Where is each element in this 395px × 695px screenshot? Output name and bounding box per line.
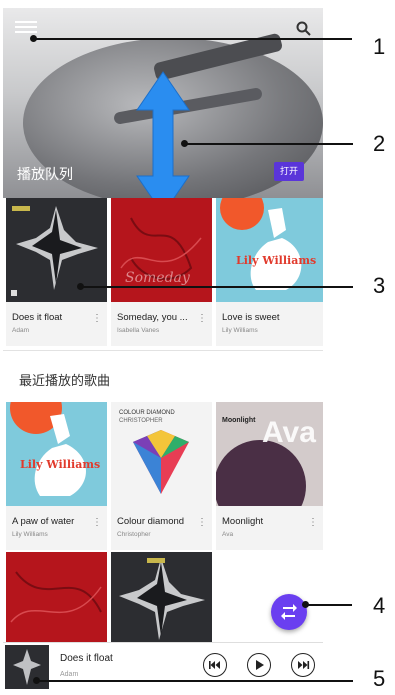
callout-line	[306, 604, 352, 606]
callout-line	[185, 143, 353, 145]
callout-line	[81, 286, 353, 288]
callout-line	[34, 38, 352, 40]
song-title: Moonlight	[222, 516, 264, 527]
recent-item[interactable]: Ava Moonlight Moonlight Ava ⋮	[216, 402, 323, 550]
callout-number-1: 1	[373, 34, 386, 59]
shuffle-icon	[281, 604, 297, 620]
more-icon[interactable]: ⋮	[197, 314, 207, 324]
callout-line	[37, 680, 353, 682]
song-title: Someday, you ...	[117, 312, 188, 323]
album-art: COLOUR DIAMOND CHRISTOPHER	[111, 402, 212, 506]
album-art	[6, 552, 107, 642]
song-title: Love is sweet	[222, 312, 280, 323]
recent-item[interactable]	[111, 552, 212, 642]
now-playing-art[interactable]	[5, 645, 49, 689]
more-icon[interactable]: ⋮	[92, 518, 102, 528]
previous-button[interactable]	[203, 653, 227, 677]
album-text: COLOUR DIAMOND	[119, 410, 175, 416]
play-button[interactable]	[247, 653, 271, 677]
artist-name: Lily Williams	[222, 327, 258, 334]
recent-item[interactable]: Lily Williams A paw of water Lily Willia…	[6, 402, 107, 550]
song-title: A paw of water	[12, 516, 75, 527]
item-meta: Does it float Adam ⋮	[6, 302, 107, 346]
more-icon[interactable]: ⋮	[92, 314, 102, 324]
music-app-screen: 播放队列 打开 Does it float Adam ⋮ Someday Som…	[3, 8, 323, 690]
artist-name: Ava	[222, 531, 234, 538]
album-art: Lily Williams	[6, 402, 107, 506]
queue-item[interactable]: Does it float Adam ⋮	[6, 198, 107, 346]
section-divider	[3, 350, 323, 351]
artist-name: Lily Williams	[12, 531, 48, 538]
album-text: Ava	[262, 416, 316, 449]
album-text: Lily Williams	[20, 458, 100, 471]
item-meta: Moonlight Ava ⋮	[216, 506, 323, 550]
open-queue-button[interactable]: 打开	[274, 162, 304, 181]
recent-item[interactable]	[6, 552, 107, 642]
play-icon	[256, 660, 264, 670]
item-meta: Someday, you ... Isabella Vanes ⋮	[111, 302, 212, 346]
album-text: Moonlight	[222, 417, 256, 424]
artist-name: Christopher	[117, 531, 151, 538]
mini-player[interactable]: Does it float Adam	[3, 642, 323, 690]
now-playing-title: Does it float	[60, 653, 113, 664]
recent-section-title: 最近播放的歌曲	[19, 373, 111, 388]
album-art: Ava Moonlight	[216, 402, 323, 506]
more-icon[interactable]: ⋮	[308, 518, 318, 528]
next-icon	[298, 661, 310, 669]
callout-number-2: 2	[373, 131, 386, 156]
album-text: CHRISTOPHER	[119, 418, 163, 424]
artist-name: Adam	[12, 327, 29, 334]
song-title: Does it float	[12, 312, 63, 323]
song-title: Colour diamond	[117, 516, 185, 527]
screenshot-stage: 播放队列 打开 Does it float Adam ⋮ Someday Som…	[0, 0, 395, 695]
menu-icon[interactable]	[15, 18, 37, 36]
item-meta: Love is sweet Lily Williams	[216, 302, 323, 346]
svg-text:Someday: Someday	[125, 270, 191, 286]
callout-number-5: 5	[373, 666, 386, 691]
queue-item[interactable]: Someday Someday, you ... Isabella Vanes …	[111, 198, 212, 346]
album-text: Lily Williams	[236, 254, 316, 267]
artist-name: Isabella Vanes	[117, 327, 160, 334]
item-meta: Colour diamond Christopher ⋮	[111, 506, 212, 550]
queue-item[interactable]: Lily Williams Love is sweet Lily William…	[216, 198, 323, 346]
item-meta: A paw of water Lily Williams ⋮	[6, 506, 107, 550]
callout-number-4: 4	[373, 593, 386, 618]
recent-item[interactable]: COLOUR DIAMOND CHRISTOPHER Colour diamon…	[111, 402, 212, 550]
queue-title: 播放队列	[17, 166, 73, 182]
more-icon[interactable]: ⋮	[197, 518, 207, 528]
shuffle-fab-button[interactable]	[271, 594, 307, 630]
now-playing-artist: Adam	[60, 671, 79, 678]
previous-icon	[209, 661, 220, 669]
search-icon[interactable]	[295, 20, 313, 38]
callout-number-3: 3	[373, 273, 386, 298]
album-art	[111, 552, 212, 642]
next-button[interactable]	[291, 653, 315, 677]
